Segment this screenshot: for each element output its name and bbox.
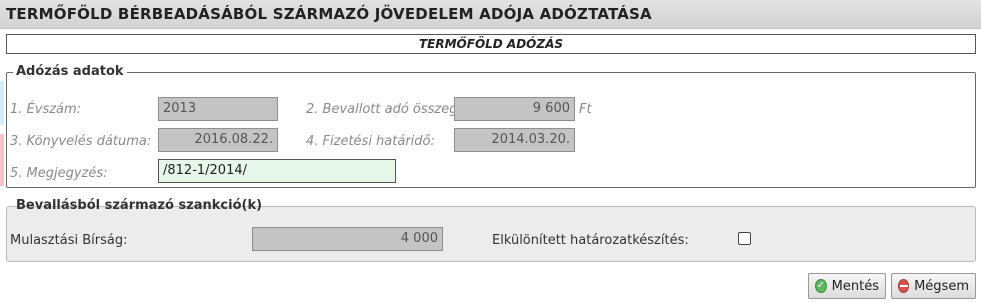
bevallott-ado-field[interactable]: 9 600 <box>454 97 575 121</box>
konyveles-datuma-label: 3. Könyvelés dátuma: <box>10 134 152 149</box>
mulasztasi-birsag-field[interactable]: 4 000 <box>252 227 443 251</box>
evszam-label: 1. Évszám: <box>10 102 82 117</box>
side-strip-blue <box>0 81 4 125</box>
elkulonitett-label: Elkülönített határozatkészítés: <box>492 233 689 248</box>
save-button-label: Mentés <box>831 278 879 294</box>
section-title: TERMŐFÖLD ADÓZÁS <box>418 37 564 51</box>
side-strip-red <box>0 134 4 186</box>
elkulonitett-checkbox[interactable] <box>738 232 751 245</box>
fizetesi-hatarido-field[interactable]: 2014.03.20. <box>454 128 575 152</box>
minus-circle-icon <box>898 279 910 293</box>
szankcio-legend: Bevallásból származó szankció(k) <box>16 198 263 213</box>
section-header: TERMŐFÖLD ADÓZÁS <box>6 34 976 54</box>
adozas-fieldset: Adózás adatok 1. Évszám: 2013 2. Bevallo… <box>6 64 976 188</box>
page-title: TERMŐFÖLD BÉRBEADÁSÁBÓL SZÁRMAZÓ JÖVEDEL… <box>6 5 652 23</box>
title-bar: TERMŐFÖLD BÉRBEADÁSÁBÓL SZÁRMAZÓ JÖVEDEL… <box>0 0 981 29</box>
szankcio-fieldset: Bevallásból származó szankció(k) Mulaszt… <box>6 198 976 262</box>
save-button[interactable]: ✓ Mentés <box>808 273 886 299</box>
mulasztasi-birsag-label: Mulasztási Bírság: <box>10 233 128 248</box>
adozas-legend: Adózás adatok <box>13 64 127 79</box>
konyveles-datuma-field[interactable]: 2016.08.22. <box>158 128 278 152</box>
evszam-field[interactable]: 2013 <box>158 97 278 121</box>
fizetesi-hatarido-label: 4. Fizetési határidő: <box>306 134 435 149</box>
currency-unit: Ft <box>579 102 592 117</box>
megjegyzes-input[interactable]: /812-1/2014/ <box>158 159 396 183</box>
check-circle-icon: ✓ <box>815 279 827 293</box>
megjegyzes-label: 5. Megjegyzés: <box>10 166 108 181</box>
cancel-button-label: Mégsem <box>914 278 969 294</box>
bevallott-ado-label: 2. Bevallott adó összeg: <box>306 102 462 117</box>
cancel-button[interactable]: Mégsem <box>891 273 976 299</box>
